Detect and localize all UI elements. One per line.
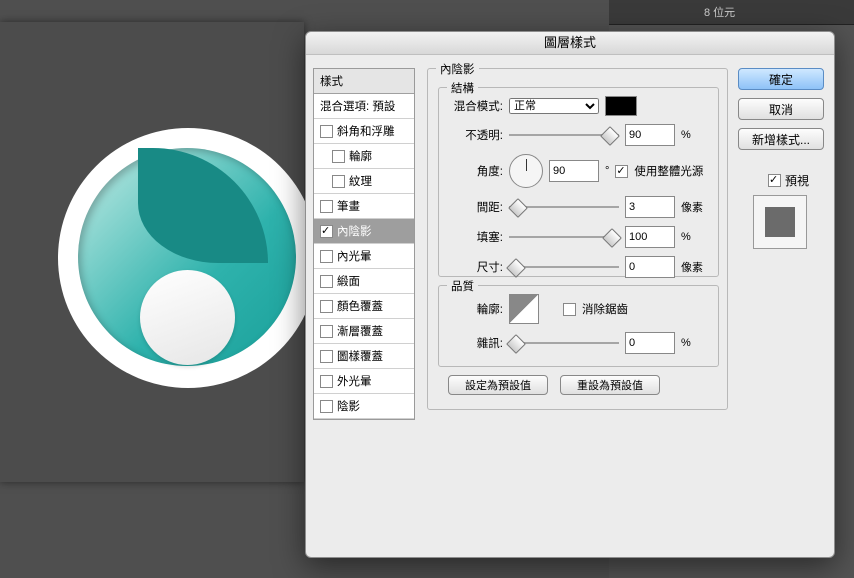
styles-list: 樣式 混合選項: 預設 斜角和浮雕 輪廓 紋理 筆畫 內陰影 內光暈 緞面 顏色… [313,68,415,420]
new-style-button[interactable]: 新增樣式... [738,128,824,150]
choke-label: 填塞: [451,229,503,245]
white-ball [140,270,235,365]
style-satin[interactable]: 緞面 [314,269,414,294]
checkbox-icon[interactable] [320,350,333,363]
quality-legend: 品質 [447,278,478,294]
opacity-slider[interactable] [509,129,619,141]
noise-input[interactable] [625,332,675,354]
style-outer-glow[interactable]: 外光暈 [314,369,414,394]
size-unit: 像素 [681,259,703,275]
opacity-label: 不透明: [451,127,503,143]
checkbox-icon[interactable] [320,275,333,288]
checkbox-icon[interactable] [320,375,333,388]
choke-unit: % [681,231,691,243]
style-color-overlay[interactable]: 顏色覆蓋 [314,294,414,319]
style-pattern-overlay[interactable]: 圖樣覆蓋 [314,344,414,369]
style-texture[interactable]: 紋理 [314,169,414,194]
preview-swatch [753,195,807,249]
distance-input[interactable] [625,196,675,218]
angle-input[interactable] [549,160,599,182]
checkbox-icon[interactable] [320,250,333,263]
artwork-preview [58,128,300,424]
preview-checkbox[interactable] [768,174,781,187]
structure-fieldset: 結構 混合模式: 正常 不透明: % 角度: ° 使用整體光源 間 [438,87,719,277]
style-drop-shadow[interactable]: 陰影 [314,394,414,419]
shadow-color-swatch[interactable] [605,96,637,116]
style-inner-glow[interactable]: 內光暈 [314,244,414,269]
quality-fieldset: 品質 輪廓: 消除鋸齒 雜訊: % [438,285,719,367]
checkbox-icon[interactable] [320,200,333,213]
inner-shadow-panel: 內陰影 結構 混合模式: 正常 不透明: % 角度: ° 使用整體光源 [427,68,728,410]
cancel-button[interactable]: 取消 [738,98,824,120]
size-label: 尺寸: [451,259,503,275]
contour-picker[interactable] [509,294,539,324]
size-slider[interactable] [509,261,619,273]
antialias-checkbox[interactable] [563,303,576,316]
contour-label: 輪廓: [451,301,503,317]
angle-label: 角度: [451,163,503,179]
checkbox-icon[interactable] [320,300,333,313]
blend-mode-select[interactable]: 正常 [509,98,599,114]
opacity-input[interactable] [625,124,675,146]
angle-dial[interactable] [509,154,543,188]
checkbox-icon[interactable] [320,225,333,238]
global-light-checkbox[interactable] [615,165,628,178]
angle-unit: ° [605,165,609,177]
noise-unit: % [681,337,691,349]
blend-mode-label: 混合模式: [451,98,503,114]
global-light-label: 使用整體光源 [634,163,703,179]
distance-slider[interactable] [509,201,619,213]
bit-depth-label: 8 位元 [609,0,854,25]
dialog-title: 圖層樣式 [306,32,834,55]
ok-button[interactable]: 確定 [738,68,824,90]
style-bevel[interactable]: 斜角和浮雕 [314,119,414,144]
noise-label: 雜訊: [451,335,503,351]
choke-slider[interactable] [509,231,619,243]
style-stroke[interactable]: 筆畫 [314,194,414,219]
dialog-buttons: 確定 取消 新增樣式... [738,68,824,150]
checkbox-icon[interactable] [320,400,333,413]
blending-options-row[interactable]: 混合選項: 預設 [314,94,414,119]
distance-label: 間距: [451,199,503,215]
style-inner-shadow[interactable]: 內陰影 [314,219,414,244]
distance-unit: 像素 [681,199,703,215]
size-input[interactable] [625,256,675,278]
layer-style-dialog: 圖層樣式 樣式 混合選項: 預設 斜角和浮雕 輪廓 紋理 筆畫 內陰影 內光暈 … [305,31,835,558]
opacity-unit: % [681,129,691,141]
structure-legend: 結構 [447,80,478,96]
noise-slider[interactable] [509,337,619,349]
checkbox-icon[interactable] [320,325,333,338]
style-gradient-overlay[interactable]: 漸層覆蓋 [314,319,414,344]
canvas-area [0,22,304,482]
antialias-label: 消除鋸齒 [582,301,628,317]
checkbox-icon[interactable] [320,125,333,138]
choke-input[interactable] [625,226,675,248]
reset-default-button[interactable]: 重設為預設值 [560,375,660,395]
styles-header[interactable]: 樣式 [314,69,414,94]
style-contour[interactable]: 輪廓 [314,144,414,169]
checkbox-icon[interactable] [332,150,345,163]
make-default-button[interactable]: 設定為預設值 [448,375,548,395]
preview-label: 預視 [785,172,809,189]
panel-legend: 內陰影 [436,61,479,77]
checkbox-icon[interactable] [332,175,345,188]
preview-checkbox-row: 預視 [768,172,809,189]
